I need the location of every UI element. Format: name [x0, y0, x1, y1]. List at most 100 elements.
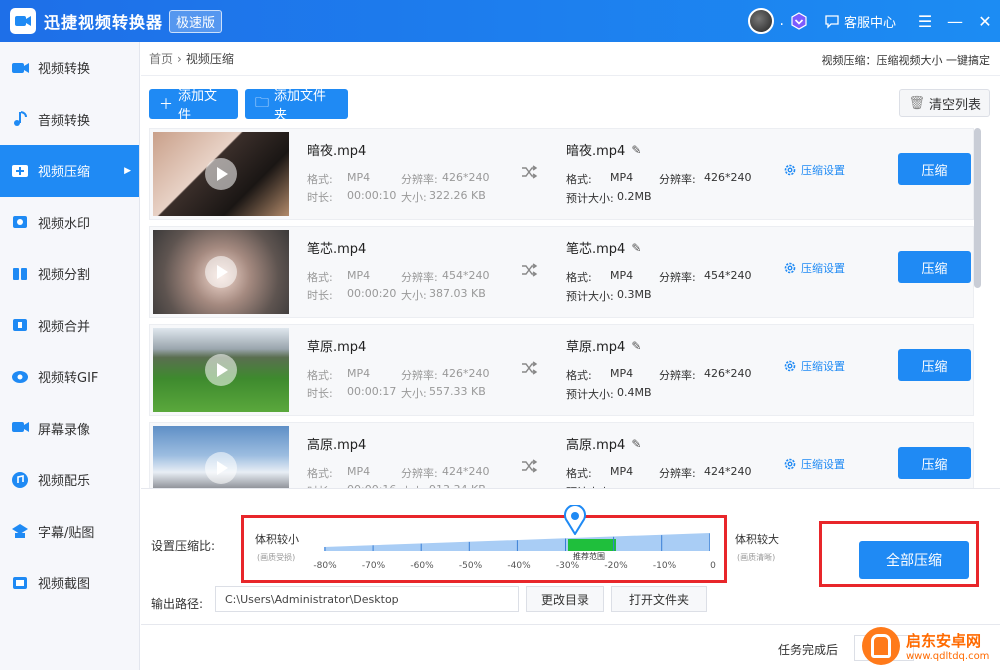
compress-all-button[interactable]: 全部压缩	[859, 541, 969, 579]
video-split-icon	[10, 264, 30, 284]
file-list-scrollbar[interactable]	[974, 128, 981, 288]
sidebar-item[interactable]: 字幕/贴图	[0, 506, 139, 558]
minimize-icon[interactable]: —	[940, 0, 970, 42]
video-thumbnail[interactable]	[153, 328, 289, 412]
compression-settings-link[interactable]: 压缩设置	[783, 358, 845, 374]
add-folder-button[interactable]: 🗀 添加文件夹	[245, 89, 348, 123]
compression-settings-link[interactable]: 压缩设置	[783, 260, 845, 276]
format-label: 格式:	[307, 173, 333, 186]
sidebar-item-label: 视频分割	[38, 268, 91, 284]
resolution-label: 分辨率:	[401, 369, 438, 382]
compression-slider[interactable]	[324, 529, 710, 553]
format-label: 格式:	[307, 369, 333, 382]
compress-button[interactable]: 压缩	[898, 447, 971, 479]
duration-value: 00:00:20	[347, 287, 397, 300]
output-file-name-group: 笔芯.mp4 ✎	[566, 238, 641, 258]
output-file-name: 笔芯.mp4	[566, 242, 626, 257]
breadcrumb-home[interactable]: 首页	[149, 50, 173, 67]
convert-arrow-icon	[522, 459, 538, 473]
output-format-label: 格式:	[566, 467, 592, 480]
tick-label: -20%	[604, 561, 628, 571]
format-label: 格式:	[307, 467, 333, 480]
sidebar-item[interactable]: 视频分割	[0, 248, 139, 300]
resolution-value: 424*240	[442, 465, 490, 478]
rename-pencil-icon[interactable]: ✎	[631, 241, 641, 255]
rename-pencil-icon[interactable]: ✎	[631, 339, 641, 353]
file-row: 笔芯.mp4 格式: MP4 分辨率: 454*240 时长: 00:00:20 大小: 387…	[149, 226, 974, 318]
size-value: 387.03 KB	[429, 287, 486, 300]
clear-list-button[interactable]: 🗑 清空列表	[899, 89, 990, 117]
convert-arrow-icon	[522, 263, 538, 277]
file-name: 暗夜.mp4	[307, 144, 367, 159]
active-arrow-icon: ▶	[124, 165, 131, 176]
open-folder-button[interactable]: 打开文件夹	[611, 586, 707, 612]
resolution-label: 分辨率:	[401, 173, 438, 186]
video-thumbnail[interactable]	[153, 426, 289, 488]
compress-button[interactable]: 压缩	[898, 153, 971, 185]
estimated-size-label: 预计大小:	[566, 388, 614, 401]
sidebar-item-label: 视频配乐	[38, 474, 91, 490]
sidebar-item[interactable]: 视频合并	[0, 300, 139, 352]
folder-icon: 🗀	[255, 95, 269, 111]
tick-label: -40%	[507, 561, 531, 571]
clear-list-label: 清空列表	[928, 97, 981, 113]
tick-label: -60%	[410, 561, 434, 571]
compress-button[interactable]: 压缩	[898, 251, 971, 283]
format-value: MP4	[347, 269, 371, 282]
sidebar-item[interactable]: 视频配乐	[0, 454, 139, 506]
close-icon[interactable]: ✕	[970, 0, 1000, 42]
title-bar: 迅捷视频转换器 极速版 . 客服中心 ☰ — ✕	[0, 0, 1000, 42]
play-icon[interactable]	[205, 354, 237, 386]
compression-settings-label: 压缩设置	[801, 164, 845, 177]
sidebar-item-label: 视频压缩	[38, 165, 91, 181]
tick-label: 0	[710, 561, 716, 571]
sidebar-item[interactable]: 视频压缩 ▶	[0, 145, 139, 197]
user-avatar[interactable]	[747, 8, 774, 34]
output-resolution-value: 426*240	[704, 367, 752, 380]
sidebar-item[interactable]: 视频水印	[0, 197, 139, 249]
plus-icon: ＋	[159, 97, 173, 113]
watermark-name: 启东安卓网	[906, 632, 982, 650]
compress-button[interactable]: 压缩	[898, 349, 971, 381]
customer-service-button[interactable]: 客服中心	[824, 12, 896, 31]
user-name: .	[779, 13, 784, 29]
play-icon[interactable]	[205, 158, 237, 190]
play-icon[interactable]	[205, 256, 237, 288]
sidebar-item-label: 视频合并	[38, 319, 91, 335]
page-tagline: 视频压缩：压缩视频大小 一键搞定	[821, 54, 991, 67]
smaller-size-label: 体积较小	[255, 533, 299, 546]
compression-settings-label: 压缩设置	[801, 360, 845, 373]
menu-icon[interactable]: ☰	[910, 0, 940, 42]
output-path-input[interactable]: C:\Users\Administrator\Desktop	[215, 586, 519, 612]
file-row: 暗夜.mp4 格式: MP4 分辨率: 426*240 时长: 00:00:10 大小: 322…	[149, 128, 974, 220]
breadcrumb-current: 视频压缩	[185, 52, 234, 66]
compression-settings-link[interactable]: 压缩设置	[783, 456, 845, 472]
convert-arrow-icon	[522, 165, 538, 179]
sidebar-item[interactable]: 屏幕录像	[0, 403, 139, 455]
video-thumbnail[interactable]	[153, 132, 289, 216]
play-icon[interactable]	[205, 452, 237, 484]
rename-pencil-icon[interactable]: ✎	[631, 437, 641, 451]
add-file-button[interactable]: ＋ 添加文件	[149, 89, 238, 123]
add-folder-label: 添加文件夹	[274, 89, 327, 123]
file-row: 草原.mp4 格式: MP4 分辨率: 426*240 时长: 00:00:17 大小: 557…	[149, 324, 974, 416]
format-value: MP4	[347, 367, 371, 380]
compression-settings-link[interactable]: 压缩设置	[783, 162, 845, 178]
change-directory-button[interactable]: 更改目录	[526, 586, 604, 612]
compression-panel: 设置压缩比: 体积较小 (画质受损) 体积较大 (画质清晰) 推荐范围 -80%…	[141, 488, 1000, 624]
video-thumbnail[interactable]	[153, 230, 289, 314]
size-value: 557.33 KB	[429, 385, 486, 398]
slider-handle[interactable]	[564, 505, 586, 535]
sidebar-item[interactable]: 视频转GIF	[0, 351, 139, 403]
vip-icon[interactable]	[790, 12, 808, 30]
subtitle-sticker-icon	[10, 521, 30, 541]
sidebar-item-label: 音频转换	[38, 113, 91, 129]
output-resolution-label: 分辨率:	[659, 173, 696, 186]
compression-settings-label: 压缩设置	[801, 262, 845, 275]
sidebar-item[interactable]: 音频转换	[0, 94, 139, 146]
sidebar-item[interactable]: 视频截图	[0, 557, 139, 609]
gear-icon	[784, 164, 796, 176]
format-label: 格式:	[307, 271, 333, 284]
rename-pencil-icon[interactable]: ✎	[631, 143, 641, 157]
sidebar-item[interactable]: 视频转换	[0, 42, 139, 94]
